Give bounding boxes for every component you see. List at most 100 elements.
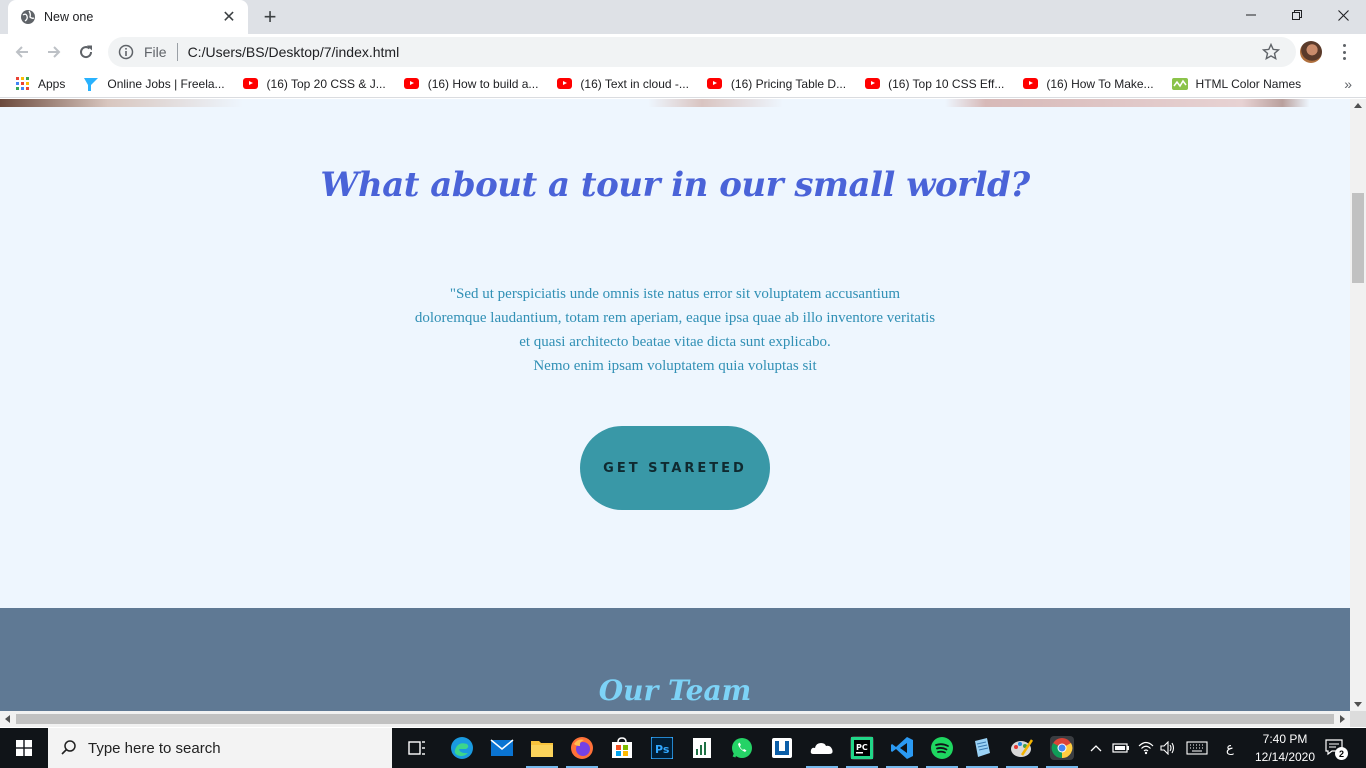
chrome-icon[interactable] — [1046, 736, 1078, 768]
photoshop-icon[interactable]: Ps — [650, 736, 674, 760]
box-app-icon[interactable] — [770, 736, 794, 760]
clock-date: 12/14/2020 — [1254, 750, 1316, 764]
keyboard-icon[interactable] — [1186, 728, 1208, 768]
address-separator — [176, 43, 178, 61]
tour-text-line: "Sed ut perspiciatis unde omnis iste nat… — [449, 286, 901, 302]
back-button[interactable] — [10, 40, 34, 64]
firefox-icon[interactable] — [566, 736, 598, 768]
language-indicator[interactable]: ع — [1226, 728, 1234, 768]
bookmark-youtube[interactable]: (16) How To Make... — [1022, 70, 1154, 98]
clock[interactable]: 7:40 PM 12/14/2020 — [1250, 730, 1320, 766]
bookmark-freelancer[interactable]: Online Jobs | Freela... — [83, 70, 225, 98]
svg-text:PC: PC — [856, 743, 868, 752]
bookmark-label: (16) How To Make... — [1046, 76, 1154, 91]
color-names-icon — [1171, 76, 1188, 92]
clock-time: 7:40 PM — [1262, 732, 1308, 746]
bookmark-label: Online Jobs | Freela... — [107, 76, 225, 91]
mail-icon[interactable] — [490, 736, 514, 760]
vertical-scrollbar[interactable] — [1350, 99, 1366, 711]
bookmark-youtube[interactable]: (16) Pricing Table D... — [707, 70, 846, 98]
vertical-scroll-thumb[interactable] — [1352, 193, 1364, 283]
bookmark-label: (16) Top 10 CSS Eff... — [888, 76, 1005, 91]
notifications-button[interactable]: 2 — [1324, 738, 1348, 760]
onedrive-icon[interactable] — [806, 736, 838, 768]
page-viewport: What about a tour in our small world? "S… — [0, 99, 1350, 711]
address-bar[interactable]: File C:/Users/BS/Desktop/7/index.html — [108, 37, 1296, 67]
scroll-left-icon[interactable] — [5, 715, 10, 723]
freelancer-icon — [83, 76, 99, 92]
tray-chevron-icon[interactable] — [1090, 728, 1102, 768]
minimize-button[interactable] — [1228, 0, 1274, 30]
wifi-icon[interactable] — [1138, 728, 1154, 768]
browser-toolbar: File C:/Users/BS/Desktop/7/index.html — [0, 34, 1366, 70]
url-scheme: File — [144, 44, 167, 60]
close-window-button[interactable] — [1320, 0, 1366, 30]
youtube-icon — [1022, 76, 1038, 92]
bookmark-youtube[interactable]: (16) Top 20 CSS & J... — [243, 70, 386, 98]
minimize-icon — [1246, 14, 1256, 16]
tour-paragraph: "Sed ut perspiciatis unde omnis iste nat… — [388, 282, 962, 378]
tab-close-icon[interactable]: ✕ — [220, 8, 238, 26]
new-tab-button[interactable]: + — [258, 6, 282, 28]
youtube-icon — [556, 76, 572, 92]
browser-tab[interactable]: New one ✕ — [8, 0, 248, 34]
paint-icon[interactable] — [1006, 736, 1038, 768]
youtube-icon — [243, 76, 259, 92]
windows-taskbar: Type here to search Ps PC ع 7:40 PM 12/1… — [0, 728, 1366, 768]
team-section: Our Team — [0, 608, 1350, 711]
file-explorer-icon[interactable] — [526, 736, 558, 768]
tour-title: What about a tour in our small world? — [320, 165, 1030, 205]
youtube-icon — [864, 76, 880, 92]
profile-avatar[interactable] — [1300, 41, 1322, 63]
forward-button[interactable] — [42, 40, 66, 64]
bookmark-label: (16) Pricing Table D... — [730, 76, 847, 91]
notepad-icon[interactable] — [966, 736, 998, 768]
battery-icon[interactable] — [1112, 728, 1130, 768]
bookmark-html-colors[interactable]: HTML Color Names — [1171, 70, 1301, 98]
info-icon[interactable] — [118, 44, 134, 60]
bookmark-label: (16) How to build a... — [427, 76, 539, 91]
bookmark-youtube[interactable]: (16) Top 10 CSS Eff... — [864, 70, 1004, 98]
volume-icon[interactable] — [1160, 728, 1176, 768]
get-started-button[interactable]: GET STARETED — [580, 426, 770, 510]
bookmarks-overflow-icon[interactable]: » — [1344, 76, 1352, 92]
youtube-icon — [404, 76, 420, 92]
globe-icon — [20, 9, 36, 25]
apps-grid-icon — [14, 76, 30, 92]
scroll-up-icon[interactable] — [1354, 103, 1362, 108]
taskbar-search[interactable]: Type here to search — [48, 728, 392, 768]
edge-icon[interactable] — [450, 736, 474, 760]
horizontal-scrollbar[interactable] — [0, 711, 1350, 727]
menu-kebab-icon[interactable] — [1336, 42, 1352, 62]
sheets-icon[interactable] — [690, 736, 714, 760]
scroll-right-icon[interactable] — [1340, 715, 1345, 723]
windows-logo-icon — [16, 740, 32, 756]
whatsapp-icon[interactable] — [730, 736, 754, 760]
bookmark-youtube[interactable]: (16) Text in cloud -... — [556, 70, 689, 98]
bookmarks-bar: Apps Online Jobs | Freela... (16) Top 20… — [0, 70, 1366, 98]
reload-button[interactable] — [74, 40, 98, 64]
tab-title: New one — [44, 10, 94, 24]
team-title: Our Team — [598, 674, 752, 707]
tour-text-line: et quasi architecto beatae vitae dicta s… — [519, 334, 831, 350]
bookmark-label: Apps — [38, 76, 66, 91]
store-icon[interactable] — [610, 736, 634, 760]
tour-text-line: doloremque laudantium, totam rem aperiam… — [414, 310, 936, 326]
horizontal-scroll-thumb[interactable] — [16, 714, 1334, 724]
restore-button[interactable] — [1274, 0, 1320, 30]
bookmark-apps[interactable]: Apps — [14, 70, 65, 98]
arrow-left-icon — [15, 46, 28, 58]
spotify-icon[interactable] — [926, 736, 958, 768]
task-view-icon[interactable] — [405, 736, 429, 760]
bookmark-star-icon[interactable] — [1262, 43, 1280, 61]
pycharm-icon[interactable]: PC — [846, 736, 878, 768]
vscode-icon[interactable] — [886, 736, 918, 768]
tour-section: What about a tour in our small world? "S… — [0, 107, 1350, 608]
restore-icon — [1292, 10, 1302, 20]
url-text[interactable]: C:/Users/BS/Desktop/7/index.html — [188, 44, 400, 60]
bookmark-youtube[interactable]: (16) How to build a... — [404, 70, 539, 98]
hero-image-strip — [0, 99, 1350, 107]
scroll-down-icon[interactable] — [1354, 702, 1362, 707]
bookmark-label: (16) Text in cloud -... — [580, 76, 689, 91]
start-button[interactable] — [0, 728, 48, 768]
